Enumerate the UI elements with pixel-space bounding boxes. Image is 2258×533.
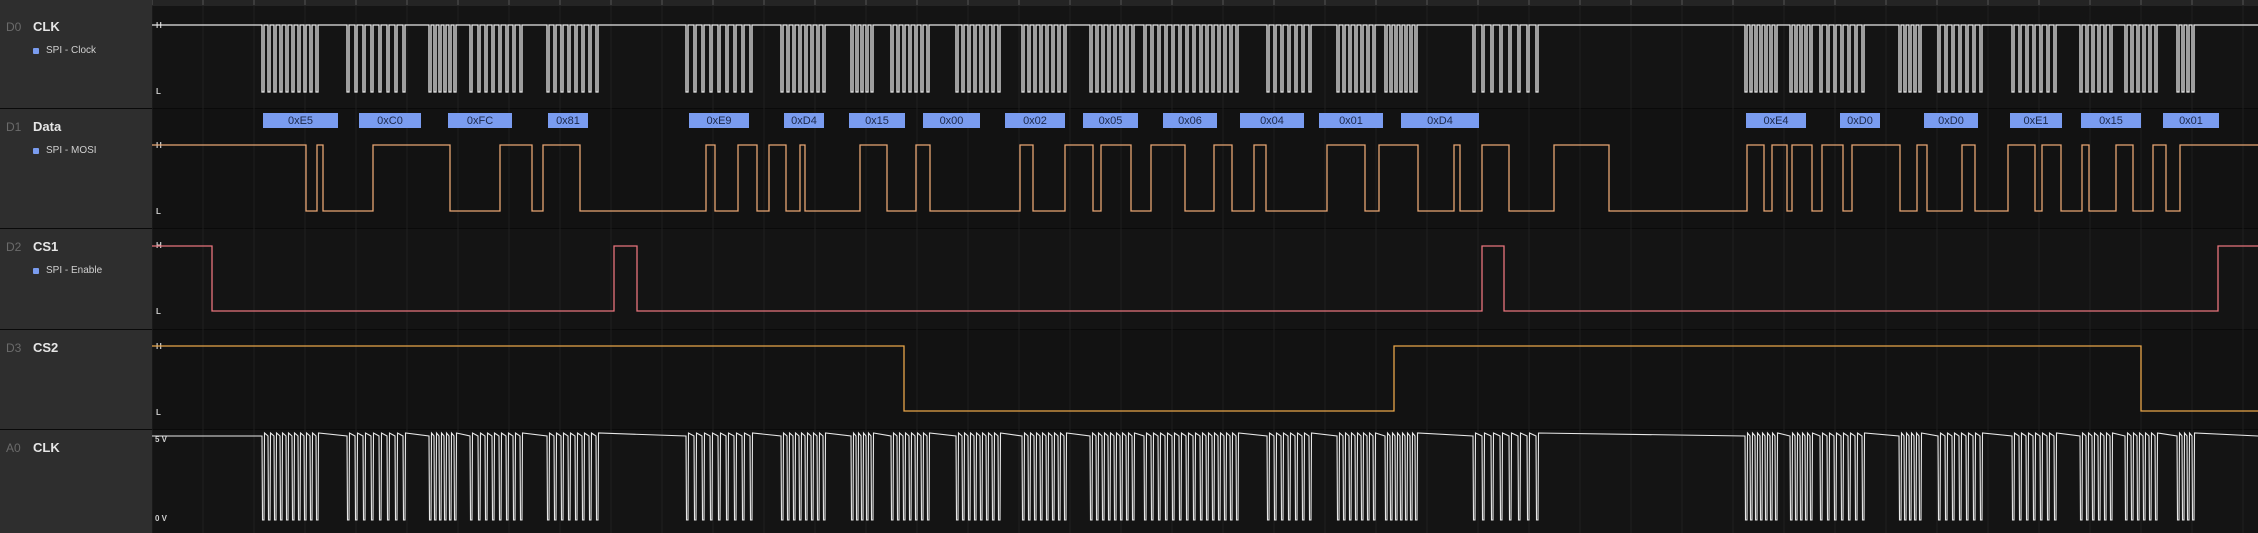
level-low-label: L <box>156 307 161 316</box>
decoded-byte-label[interactable]: 0xC0 <box>359 113 421 128</box>
decoded-byte-value: 0x05 <box>1099 115 1123 127</box>
channel-label-d3[interactable]: D3 CS2 <box>0 329 152 429</box>
decoded-byte-value: 0xE1 <box>2023 115 2048 127</box>
analyzer-color-icon <box>33 267 39 274</box>
analyzer-tag[interactable]: SPI - Clock <box>33 45 96 56</box>
decoded-byte-value: 0xFC <box>467 115 493 127</box>
channel-name[interactable]: CS2 <box>33 340 58 355</box>
channel-name[interactable]: CLK <box>33 440 60 455</box>
analyzer-label: SPI - Clock <box>46 45 97 56</box>
decoded-byte-label[interactable]: 0x05 <box>1083 113 1138 128</box>
channel-id: D0 <box>6 20 22 34</box>
level-low-label: L <box>156 408 161 417</box>
decoded-byte-label[interactable]: 0x15 <box>2081 113 2141 128</box>
decoded-byte-value: 0xE5 <box>288 115 313 127</box>
decoded-byte-value: 0x01 <box>2179 115 2203 127</box>
decoded-byte-value: 0xE4 <box>1763 115 1788 127</box>
decoded-byte-label[interactable]: 0xD0 <box>1840 113 1880 128</box>
decoded-byte-label[interactable]: 0x81 <box>548 113 588 128</box>
decoded-byte-value: 0x04 <box>1260 115 1284 127</box>
channel-sidebar: D0 CLK SPI - Clock D1 Data SPI - MOSI D2… <box>0 0 152 533</box>
channel-label-d2[interactable]: D2 CS1 SPI - Enable <box>0 228 152 329</box>
decoded-byte-value: 0xD4 <box>791 115 817 127</box>
decoded-byte-value: 0x15 <box>865 115 889 127</box>
analyzer-label: SPI - Enable <box>46 265 103 276</box>
decoded-byte-label[interactable]: 0x01 <box>2163 113 2219 128</box>
decoded-byte-label[interactable]: 0x15 <box>849 113 905 128</box>
decoded-byte-label[interactable]: 0xE9 <box>689 113 749 128</box>
decoded-byte-value: 0x81 <box>556 115 580 127</box>
decoded-byte-value: 0xC0 <box>377 115 403 127</box>
analyzer-color-icon <box>33 47 39 54</box>
decoded-byte-label[interactable]: 0xD4 <box>1401 113 1479 128</box>
channel-label-d0[interactable]: D0 CLK SPI - Clock <box>0 0 152 108</box>
decoded-byte-value: 0xD4 <box>1427 115 1453 127</box>
decoded-byte-value: 0x00 <box>940 115 964 127</box>
decoded-byte-value: 0xD0 <box>1938 115 1964 127</box>
decoded-byte-value: 0x15 <box>2099 115 2123 127</box>
decoded-byte-label[interactable]: 0xFC <box>448 113 512 128</box>
decoded-byte-label[interactable]: 0xE1 <box>2010 113 2062 128</box>
channel-label-d1[interactable]: D1 Data SPI - MOSI <box>0 108 152 228</box>
analyzer-tag[interactable]: SPI - MOSI <box>33 145 97 156</box>
analyzer-color-icon <box>33 147 39 154</box>
decoded-byte-label[interactable]: 0xE4 <box>1746 113 1806 128</box>
decoded-byte-label[interactable]: 0x04 <box>1240 113 1304 128</box>
decoded-bytes[interactable]: 0xE5 0xC0 0xFC 0x81 0xE9 0xD4 0x15 0x00 0x02 0x05… <box>263 113 2219 128</box>
decoded-byte-value: 0x02 <box>1023 115 1047 127</box>
lane-backgrounds <box>152 6 2258 533</box>
channel-id: D2 <box>6 240 22 254</box>
decoded-byte-value: 0x06 <box>1178 115 1202 127</box>
ruler-ticks <box>152 0 2244 5</box>
analyzer-label: SPI - MOSI <box>46 145 97 156</box>
level-low-label: L <box>156 87 161 96</box>
decoded-byte-label[interactable]: 0x01 <box>1319 113 1383 128</box>
channel-name[interactable]: CS1 <box>33 239 58 254</box>
channel-id: D3 <box>6 341 22 355</box>
decoded-byte-value: 0x01 <box>1339 115 1363 127</box>
decoded-byte-value: 0xD0 <box>1847 115 1873 127</box>
analyzer-tag[interactable]: SPI - Enable <box>33 265 102 276</box>
decoded-byte-value: 0xE9 <box>706 115 731 127</box>
channel-name[interactable]: CLK <box>33 19 60 34</box>
decoded-byte-label[interactable]: 0x00 <box>923 113 980 128</box>
decoded-byte-label[interactable]: 0x06 <box>1163 113 1217 128</box>
channel-label-a0[interactable]: A0 CLK <box>0 429 152 533</box>
decoded-byte-label[interactable]: 0xD0 <box>1924 113 1978 128</box>
decoded-byte-label[interactable]: 0xE5 <box>263 113 338 128</box>
level-low-label: L <box>156 207 161 216</box>
decoded-byte-label[interactable]: 0xD4 <box>784 113 824 128</box>
channel-id: A0 <box>6 441 21 455</box>
logic-analyzer-window: D0 CLK SPI - Clock D1 Data SPI - MOSI D2… <box>0 0 2258 533</box>
level-low-label: 0 V <box>155 514 168 523</box>
decoded-byte-label[interactable]: 0x02 <box>1005 113 1065 128</box>
waveform-area[interactable]: H L H L H L H L 5 V 0 V 0xE5 0xC0 0xFC 0x81… <box>152 0 2258 533</box>
channel-id: D1 <box>6 120 22 134</box>
channel-name[interactable]: Data <box>33 119 61 134</box>
